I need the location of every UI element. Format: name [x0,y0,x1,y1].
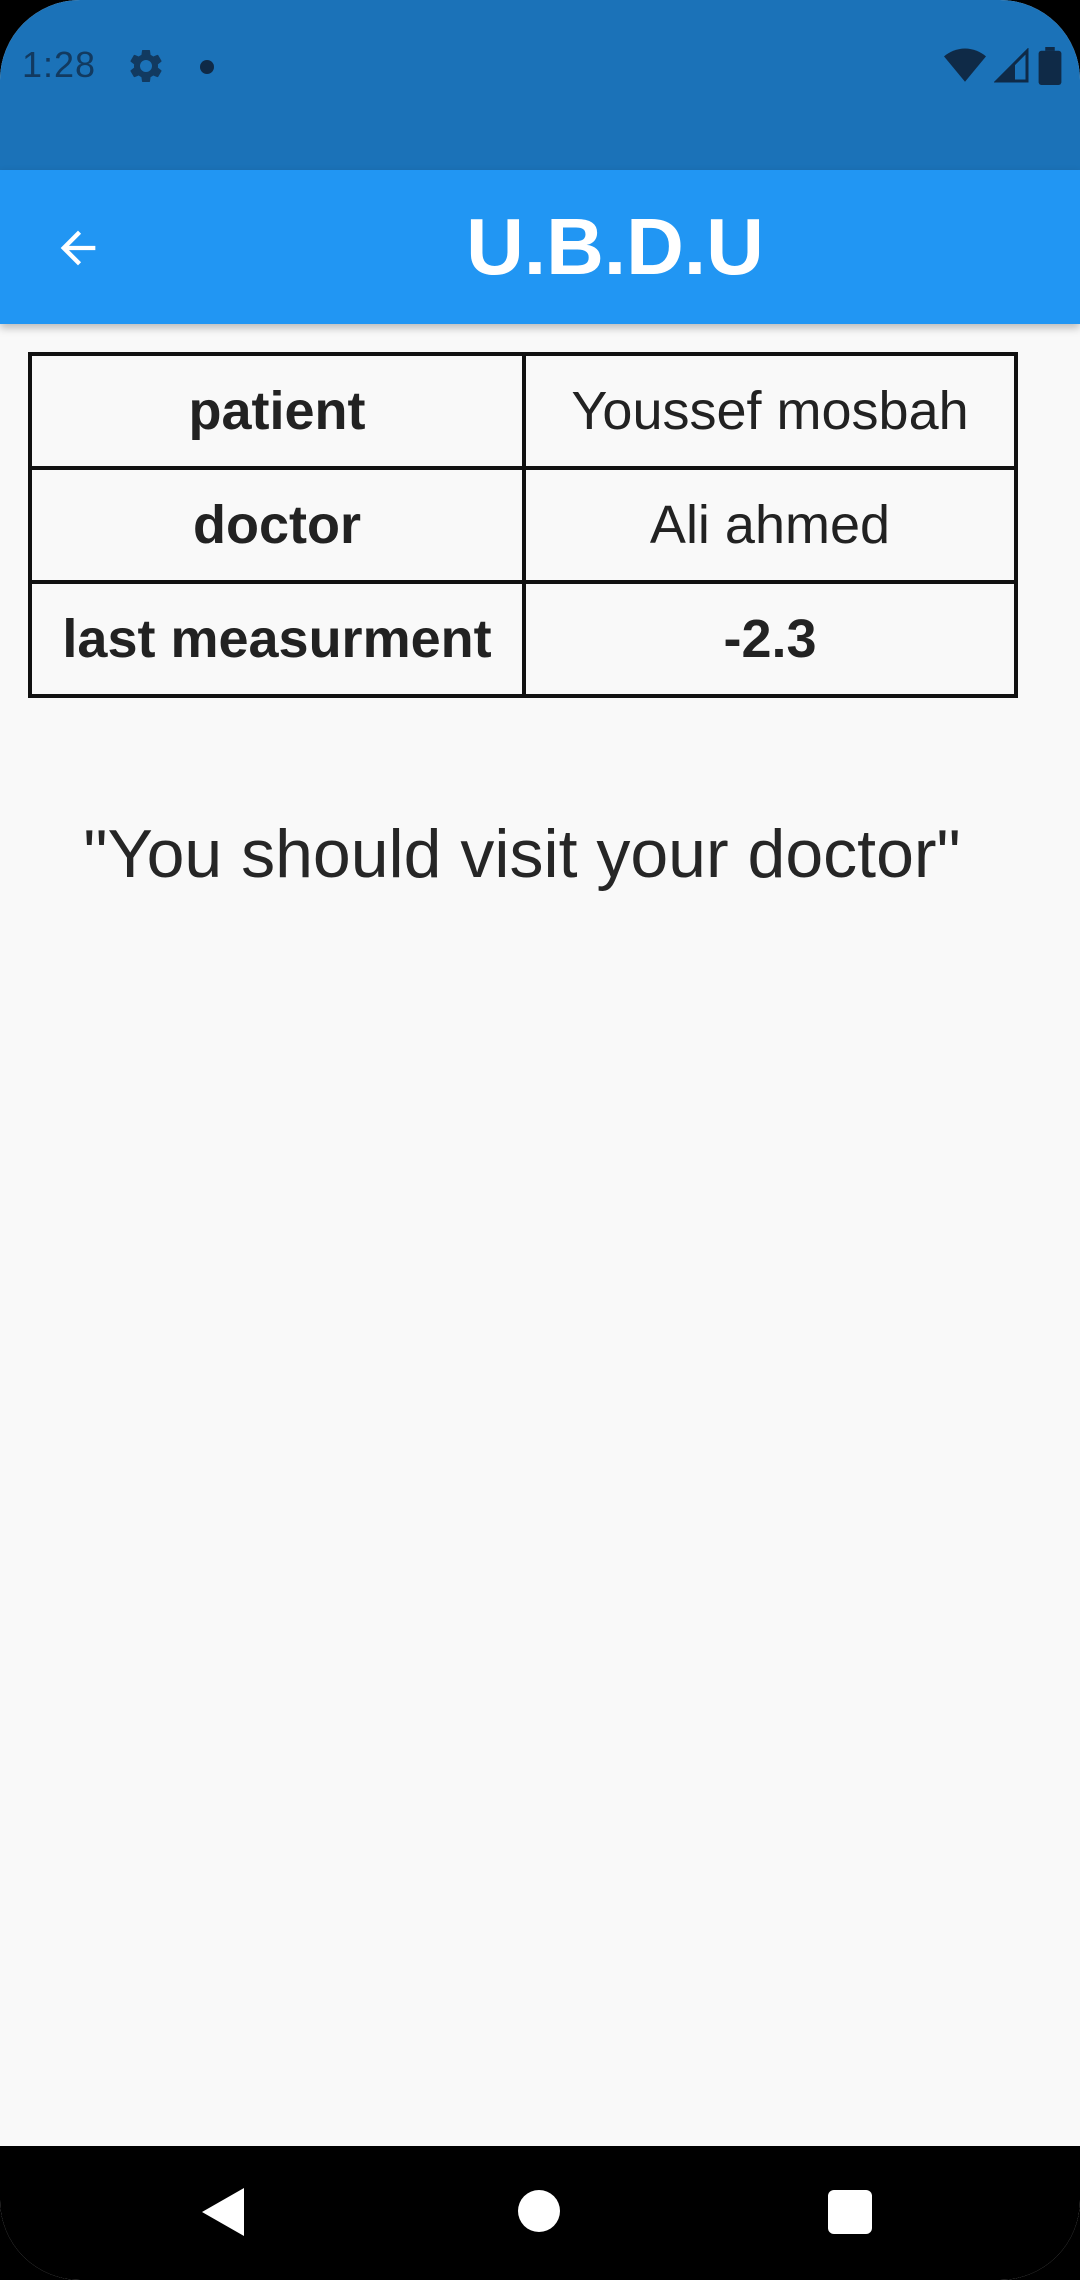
doctor-label: doctor [28,466,526,584]
cellular-signal-icon [994,48,1029,83]
last-measurement-value: -2.3 [522,580,1018,698]
advice-message: "You should visit your doctor" [83,816,961,892]
status-icons [944,46,1062,86]
recents-icon[interactable] [828,2190,872,2234]
last-measurement-label: last measurment [28,580,526,698]
notification-dot-icon [200,60,214,74]
doctor-value: Ali ahmed [522,466,1018,584]
phone-screen: 1:28 U.B.D.U patient Youssef mosbah doct… [0,0,1080,2280]
patient-info-table: patient Youssef mosbah doctor Ali ahmed … [28,352,1018,698]
back-icon[interactable] [202,2188,244,2236]
battery-icon [1038,47,1062,85]
table-row: last measurment -2.3 [28,580,1018,698]
navigation-bar [0,2146,1080,2280]
app-bar: U.B.D.U [0,170,1080,324]
gear-icon [130,49,162,82]
status-time: 1:28 [22,44,97,85]
table-row: patient Youssef mosbah [28,352,1018,470]
status-bar: 1:28 [0,0,1080,170]
wifi-icon [944,48,986,82]
home-icon[interactable] [518,2190,560,2232]
patient-label: patient [28,352,526,470]
table-row: doctor Ali ahmed [28,466,1018,584]
page-title: U.B.D.U [466,202,764,291]
patient-value: Youssef mosbah [522,352,1018,470]
